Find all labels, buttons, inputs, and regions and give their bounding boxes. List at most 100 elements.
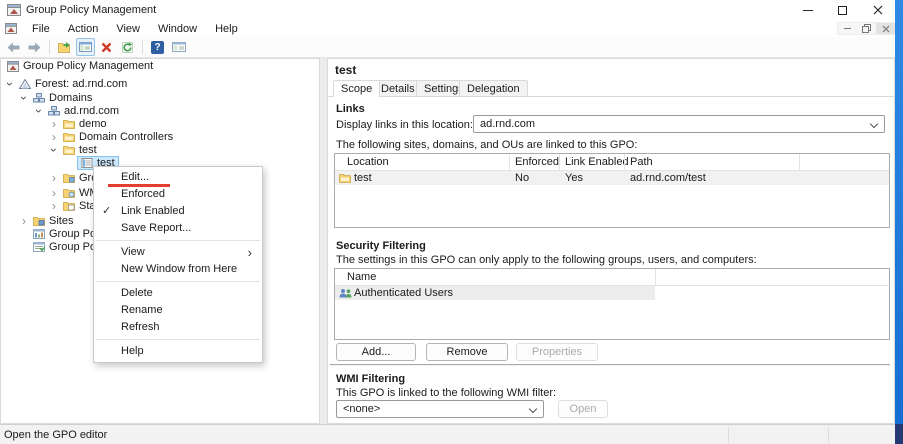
tree-label: Sites: [49, 215, 73, 227]
results-icon: [33, 242, 45, 252]
ou-folder-icon: [63, 145, 75, 155]
desktop-background-strip-dark: [895, 424, 903, 444]
mdi-window-controls: [837, 22, 896, 35]
minimize-icon[interactable]: [790, 0, 825, 20]
menu-item-rename[interactable]: Rename: [94, 302, 262, 319]
security-caption: The settings in this GPO can only apply …: [336, 254, 757, 266]
tree-label: Forest: ad.rnd.com: [35, 78, 127, 90]
security-heading: Security Filtering: [336, 240, 426, 252]
wmi-folder-icon: [63, 188, 75, 198]
chevron-collapsed-icon[interactable]: [17, 215, 31, 227]
tree-item-forest[interactable]: Forest: ad.rnd.com: [3, 77, 127, 91]
maximize-icon[interactable]: [825, 0, 860, 20]
tree-item-ou-test[interactable]: test: [47, 143, 97, 157]
column-link-enabled[interactable]: Link Enabled: [565, 156, 629, 168]
chevron-down-icon: [529, 405, 537, 413]
starter-folder-icon: [63, 201, 75, 211]
column-divider[interactable]: [559, 154, 560, 171]
links-table: Location Enforced Link Enabled Path test…: [334, 153, 890, 228]
chevron-expanded-icon[interactable]: [48, 143, 60, 157]
results-pane: test Scope Details Settings Delegation L…: [327, 58, 895, 424]
location-combobox[interactable]: ad.rnd.com: [473, 115, 885, 133]
forward-icon[interactable]: [25, 38, 44, 56]
tree-item-domain-ad-rnd-com[interactable]: ad.rnd.com: [32, 104, 119, 118]
menu-action[interactable]: Action: [59, 22, 108, 36]
wmi-filter-combobox[interactable]: <none>: [336, 400, 544, 418]
tree-label: ad.rnd.com: [64, 105, 119, 117]
close-icon[interactable]: [860, 0, 895, 20]
delete-icon[interactable]: [97, 38, 116, 56]
menu-file[interactable]: File: [23, 22, 59, 36]
export-list-folder-icon[interactable]: [55, 38, 74, 56]
chevron-collapsed-icon[interactable]: [47, 118, 61, 130]
tree-item-domains[interactable]: Domains: [17, 91, 92, 105]
tree-label: Domains: [49, 92, 92, 104]
menu-item-enforced[interactable]: Enforced: [94, 186, 262, 203]
links-table-row[interactable]: test No Yes ad.rnd.com/test: [335, 171, 889, 185]
app-icon: [7, 3, 21, 16]
new-window-icon[interactable]: [169, 38, 188, 56]
chevron-collapsed-icon[interactable]: [47, 200, 61, 212]
refresh-icon[interactable]: [118, 38, 137, 56]
ou-folder-icon: [63, 119, 75, 129]
gpo-icon: [81, 158, 93, 168]
cell-path: ad.rnd.com/test: [630, 172, 706, 184]
chevron-collapsed-icon[interactable]: [47, 187, 61, 199]
tab-delegation[interactable]: Delegation: [459, 80, 528, 96]
mdi-restore-icon[interactable]: [857, 23, 876, 34]
menu-bar: File Action View Window Help: [0, 20, 895, 37]
status-pane-divider: [728, 427, 729, 443]
red-annotation-underline: [108, 184, 170, 187]
location-value: ad.rnd.com: [480, 118, 535, 130]
tree-label: Group Policy Management: [23, 60, 153, 72]
tree-label: Domain Controllers: [79, 131, 173, 143]
chevron-collapsed-icon[interactable]: [47, 131, 61, 143]
policy-folder-icon: [63, 173, 75, 183]
chevron-expanded-icon[interactable]: [4, 77, 16, 91]
forest-icon: [19, 79, 31, 89]
menu-item-refresh[interactable]: Refresh: [94, 319, 262, 336]
security-table-header: Name: [335, 269, 889, 286]
add-button[interactable]: Add...: [336, 343, 416, 361]
mdi-close-icon[interactable]: [876, 23, 895, 34]
column-enforced[interactable]: Enforced: [515, 156, 559, 168]
menu-item-delete[interactable]: Delete: [94, 285, 262, 302]
menu-window[interactable]: Window: [149, 22, 206, 36]
tree-item-ou-demo[interactable]: demo: [47, 117, 107, 131]
security-table-row[interactable]: Authenticated Users: [335, 286, 655, 300]
column-path[interactable]: Path: [630, 156, 653, 168]
column-divider[interactable]: [799, 154, 800, 171]
security-table: Name Authenticated Users: [334, 268, 890, 340]
menu-item-link-enabled[interactable]: Link Enabled: [94, 203, 262, 220]
remove-button[interactable]: Remove: [426, 343, 508, 361]
show-hide-console-tree-icon[interactable]: [76, 38, 95, 56]
window-controls: [790, 0, 895, 20]
column-location[interactable]: Location: [347, 156, 389, 168]
tree-item-group-policy-management[interactable]: Group Policy Management: [7, 59, 153, 73]
pane-splitter[interactable]: [320, 58, 327, 424]
tree-item-ou-domain-controllers[interactable]: Domain Controllers: [47, 130, 173, 144]
tab-scope[interactable]: Scope: [333, 80, 380, 97]
chevron-collapsed-icon[interactable]: [47, 172, 61, 184]
column-name[interactable]: Name: [347, 271, 376, 283]
menu-item-new-window[interactable]: New Window from Here: [94, 261, 262, 278]
column-divider[interactable]: [509, 154, 510, 171]
column-divider[interactable]: [624, 154, 625, 171]
chevron-expanded-icon[interactable]: [18, 91, 30, 105]
desktop-background-strip: [895, 0, 903, 424]
toolbar: [0, 37, 895, 58]
properties-button: Properties: [516, 343, 598, 361]
menu-view[interactable]: View: [107, 22, 149, 36]
mdi-minimize-icon[interactable]: [838, 23, 857, 34]
help-icon[interactable]: [148, 38, 167, 56]
menu-help[interactable]: Help: [206, 22, 247, 36]
back-icon[interactable]: [4, 38, 23, 56]
tab-strip: Scope Details Settings Delegation: [328, 80, 894, 97]
menu-item-help[interactable]: Help: [94, 343, 262, 360]
tree-item-sites[interactable]: Sites: [17, 214, 73, 228]
chevron-expanded-icon[interactable]: [33, 104, 45, 118]
domains-icon: [33, 93, 45, 103]
menu-item-view[interactable]: View: [94, 244, 262, 261]
column-divider[interactable]: [655, 269, 656, 286]
menu-item-save-report[interactable]: Save Report...: [94, 220, 262, 237]
